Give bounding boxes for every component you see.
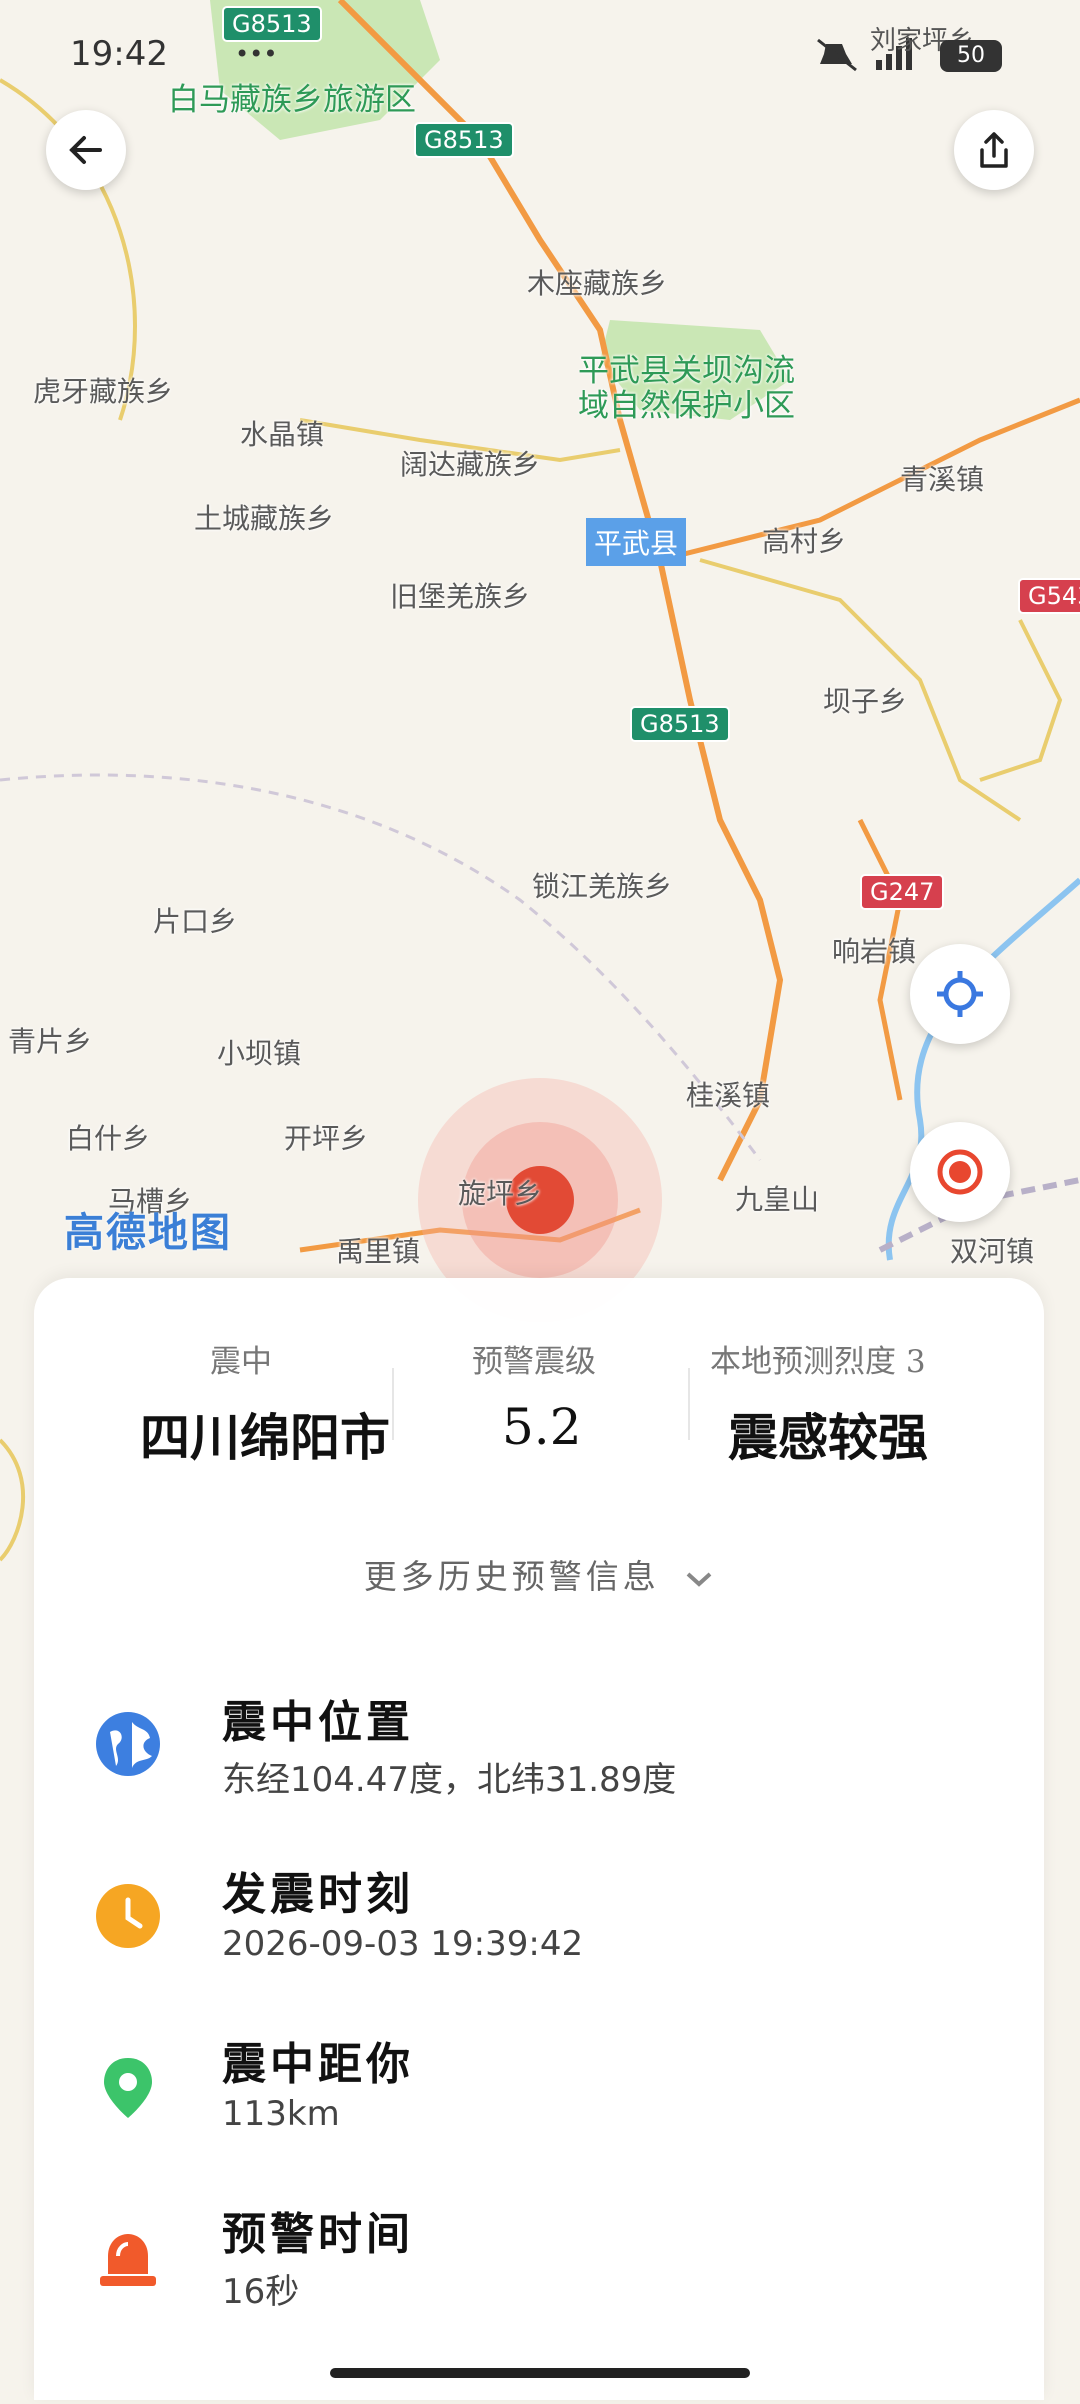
crosshair-icon bbox=[937, 971, 983, 1017]
share-button[interactable] bbox=[954, 110, 1034, 190]
magnitude-value: 5.2 bbox=[502, 1398, 582, 1456]
epicenter-label: 震中 bbox=[210, 1344, 272, 1380]
detail-title: 震中位置 bbox=[222, 1697, 414, 1748]
map-label: 木座藏族乡 bbox=[527, 267, 668, 300]
detail-title: 发震时刻 bbox=[222, 1869, 414, 1920]
detail-value: 113km bbox=[222, 2094, 340, 2134]
map-label: 片口乡 bbox=[153, 905, 238, 938]
detail-title: 预警时间 bbox=[222, 2209, 414, 2260]
map-label: 旧堡羌族乡 bbox=[390, 580, 531, 613]
map-label: 域自然保护小区 bbox=[578, 388, 795, 424]
map-label: 旋坪乡 bbox=[458, 1177, 543, 1210]
highway-shield: G247 bbox=[860, 874, 945, 910]
highway-shield: G8513 bbox=[222, 6, 322, 42]
battery-icon: 50 bbox=[940, 40, 1002, 72]
more-history-label: 更多历史预警信息 bbox=[363, 1557, 660, 1596]
highway-shield: G8513 bbox=[630, 706, 730, 742]
detail-value: 16秒 bbox=[222, 2272, 300, 2312]
map-label: 水晶镇 bbox=[240, 418, 325, 451]
status-time: 19:42 bbox=[70, 34, 168, 74]
more-history-link[interactable]: 更多历史预警信息 bbox=[34, 1550, 1044, 1598]
clock-icon bbox=[96, 1884, 160, 1948]
intensity-value: 震感较强 bbox=[728, 1408, 928, 1467]
map-label: 土城藏族乡 bbox=[194, 502, 335, 535]
arrow-left-icon bbox=[69, 136, 102, 164]
locate-me-button[interactable] bbox=[910, 944, 1010, 1044]
map-label: 桂溪镇 bbox=[686, 1079, 771, 1112]
highway-shield: G543 bbox=[1018, 578, 1080, 614]
target-icon bbox=[937, 1149, 983, 1195]
map-logo: 高德地图 bbox=[64, 1210, 232, 1256]
divider bbox=[392, 1368, 394, 1440]
status-dots: ••• bbox=[235, 40, 278, 68]
share-icon bbox=[980, 132, 1008, 168]
detail-title: 震中距你 bbox=[222, 2039, 414, 2090]
back-button[interactable] bbox=[46, 110, 126, 190]
magnitude-label: 预警震级 bbox=[472, 1344, 596, 1380]
map-label: 白什乡 bbox=[66, 1122, 151, 1155]
map-label: 坝子乡 bbox=[823, 685, 908, 718]
map-label: 禹里镇 bbox=[336, 1235, 421, 1268]
alarm-light-icon bbox=[96, 2226, 160, 2290]
mute-icon bbox=[812, 36, 862, 76]
detail-value: 东经104.47度，北纬31.89度 bbox=[222, 1760, 677, 1800]
map-label: 小坝镇 bbox=[217, 1037, 302, 1070]
globe-icon bbox=[96, 1712, 160, 1776]
map-label: 双河镇 bbox=[950, 1235, 1035, 1268]
county-label: 平武县 bbox=[586, 518, 687, 566]
map-label: 锁江羌族乡 bbox=[532, 870, 673, 903]
map-label: 响岩镇 bbox=[832, 935, 917, 968]
map-label: 虎牙藏族乡 bbox=[33, 375, 174, 408]
divider bbox=[688, 1368, 690, 1440]
earthquake-info-panel: 震中 四川绵阳市 预警震级 5.2 本地预测烈度 3 震感较强 更多历史预警信息… bbox=[34, 1278, 1044, 2400]
location-pin-icon bbox=[96, 2056, 160, 2120]
epicenter-button[interactable] bbox=[910, 1122, 1010, 1222]
map-label: 九皇山 bbox=[735, 1183, 820, 1216]
map-label: 青片乡 bbox=[8, 1025, 93, 1058]
epicenter-value: 四川绵阳市 bbox=[140, 1408, 390, 1467]
intensity-label: 本地预测烈度 3 bbox=[710, 1344, 926, 1380]
highway-shield: G8513 bbox=[414, 122, 514, 158]
home-indicator[interactable] bbox=[330, 2368, 750, 2378]
map-label: 阔达藏族乡 bbox=[400, 448, 541, 481]
map-label: 开坪乡 bbox=[284, 1122, 369, 1155]
chevron-down-icon bbox=[686, 1572, 712, 1587]
map-label: 高村乡 bbox=[762, 525, 847, 558]
detail-value: 2026-09-03 19:39:42 bbox=[222, 1924, 584, 1964]
map-label: 白马藏族乡旅游区 bbox=[168, 82, 416, 118]
map-label: 青溪镇 bbox=[900, 463, 985, 496]
